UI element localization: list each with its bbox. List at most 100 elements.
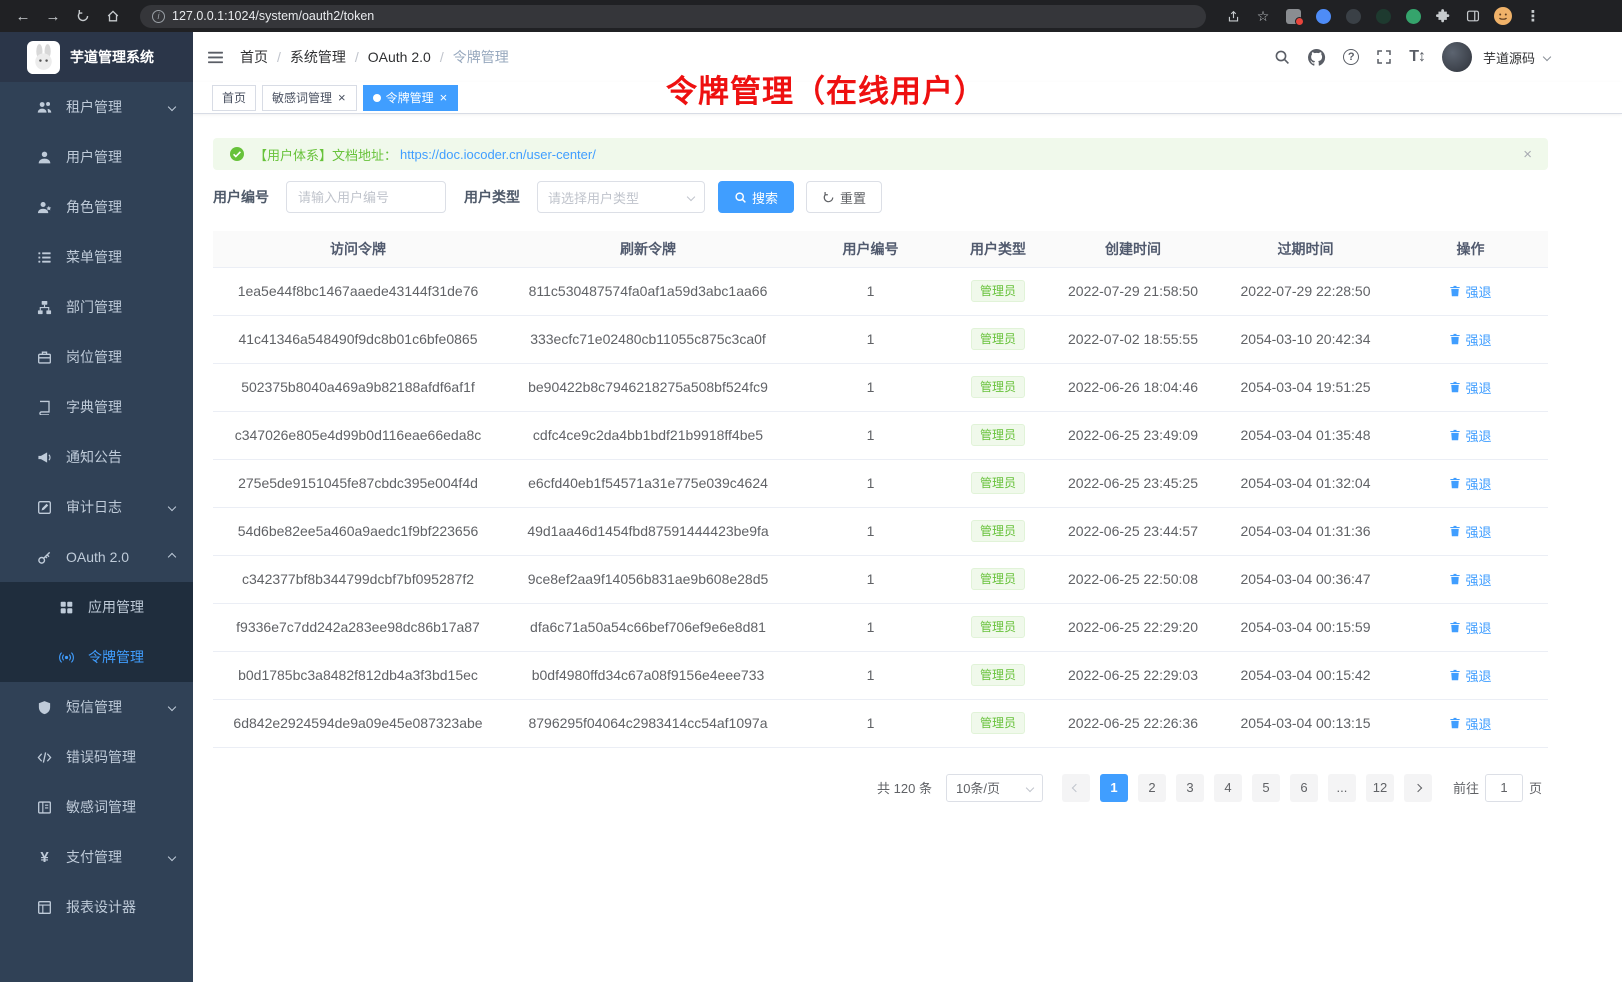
column-header: 过期时间 xyxy=(1218,231,1393,267)
search-button[interactable]: 搜索 xyxy=(718,181,794,213)
sidebar-item-dept[interactable]: 部门管理 xyxy=(0,282,193,332)
breadcrumb-item[interactable]: 系统管理 xyxy=(290,47,346,67)
sidebar-item-menu[interactable]: 菜单管理 xyxy=(0,232,193,282)
sidebar-item-label: 角色管理 xyxy=(66,197,122,217)
force-logout-button[interactable]: 强退 xyxy=(1449,522,1491,541)
back-button[interactable]: ← xyxy=(12,5,34,27)
username[interactable]: 芋道源码 xyxy=(1483,48,1535,67)
prev-page-button[interactable] xyxy=(1062,774,1090,802)
page-size-select[interactable]: 10条/页 xyxy=(946,774,1043,802)
log-icon xyxy=(36,500,53,515)
page-button-12[interactable]: 12 xyxy=(1366,774,1394,802)
sidebar-item-pay[interactable]: ¥支付管理 xyxy=(0,832,193,882)
bookmark-star-icon[interactable]: ☆ xyxy=(1252,5,1274,27)
sidebar-item-notice[interactable]: 通知公告 xyxy=(0,432,193,482)
extension-icon[interactable] xyxy=(1402,5,1424,27)
github-icon[interactable] xyxy=(1307,48,1326,67)
dept-icon xyxy=(36,300,53,315)
force-logout-button[interactable]: 强退 xyxy=(1449,282,1491,301)
create-time-cell: 2022-07-02 18:55:55 xyxy=(1048,315,1218,363)
sidebar-item-sensitive-word[interactable]: 敏感词管理 xyxy=(0,782,193,832)
table-row: b0d1785bc3a8482f812db4a3f3bd15ecb0df4980… xyxy=(213,651,1548,699)
view-tab[interactable]: 首页 xyxy=(212,85,256,111)
user-type-select[interactable]: 请选择用户类型 xyxy=(537,181,705,213)
close-alert-icon[interactable]: × xyxy=(1523,146,1532,163)
page-button-5[interactable]: 5 xyxy=(1252,774,1280,802)
access-token-cell: 6d842e2924594de9a09e45e087323abe xyxy=(213,699,503,747)
browser-profile-avatar[interactable] xyxy=(1492,5,1514,27)
reload-button[interactable] xyxy=(72,5,94,27)
sidebar-item-role[interactable]: 角色管理 xyxy=(0,182,193,232)
close-tab-icon[interactable]: × xyxy=(439,91,449,104)
extensions-puzzle-icon[interactable] xyxy=(1432,5,1454,27)
sidebar-item-label: 通知公告 xyxy=(66,447,122,467)
sidebar-item-user[interactable]: 用户管理 xyxy=(0,132,193,182)
search-icon[interactable] xyxy=(1274,49,1290,65)
create-time-cell: 2022-06-25 23:49:09 xyxy=(1048,411,1218,459)
alert-banner: 【用户体系】文档地址： https://doc.iocoder.cn/user-… xyxy=(213,138,1548,170)
force-logout-button[interactable]: 强退 xyxy=(1449,714,1491,733)
breadcrumb-item[interactable]: 首页 xyxy=(240,47,268,67)
sidebar-item-sms[interactable]: 短信管理 xyxy=(0,682,193,732)
force-logout-button[interactable]: 强退 xyxy=(1449,666,1491,685)
force-logout-button[interactable]: 强退 xyxy=(1449,474,1491,493)
sidebar-item-tenant[interactable]: 租户管理 xyxy=(0,82,193,132)
page-button-2[interactable]: 2 xyxy=(1138,774,1166,802)
close-tab-icon[interactable]: × xyxy=(337,91,347,104)
font-size-icon[interactable]: T↕ xyxy=(1409,48,1425,66)
force-logout-button[interactable]: 强退 xyxy=(1449,570,1491,589)
side-panel-icon[interactable] xyxy=(1462,5,1484,27)
extension-icon[interactable] xyxy=(1372,5,1394,27)
app-title: 芋道管理系统 xyxy=(70,47,154,67)
force-logout-button[interactable]: 强退 xyxy=(1449,330,1491,349)
home-button[interactable] xyxy=(102,5,124,27)
chevron-down-icon xyxy=(168,853,176,861)
share-icon[interactable] xyxy=(1222,5,1244,27)
pagination-ellipsis[interactable]: ... xyxy=(1328,774,1356,802)
fullscreen-icon[interactable] xyxy=(1376,49,1392,65)
page-button-1[interactable]: 1 xyxy=(1100,774,1128,802)
site-info-icon[interactable]: i xyxy=(152,10,165,23)
breadcrumb-item[interactable]: OAuth 2.0 xyxy=(368,49,431,65)
chevron-down-icon xyxy=(1026,783,1034,791)
force-logout-button[interactable]: 强退 xyxy=(1449,618,1491,637)
hamburger-icon[interactable] xyxy=(207,49,224,66)
sidebar-item-oauth2[interactable]: OAuth 2.0 xyxy=(0,532,193,582)
user-id-input[interactable] xyxy=(286,181,446,213)
forward-button[interactable]: → xyxy=(42,5,64,27)
sidebar-item-audit-log[interactable]: 审计日志 xyxy=(0,482,193,532)
extension-icon[interactable] xyxy=(1282,5,1304,27)
app-logo[interactable]: 芋道管理系统 xyxy=(0,32,193,82)
sidebar-item-oauth2-token[interactable]: 令牌管理 xyxy=(0,632,193,682)
force-logout-button[interactable]: 强退 xyxy=(1449,378,1491,397)
sensitive-word-icon xyxy=(36,800,53,815)
action-cell: 强退 xyxy=(1393,267,1548,315)
user-id-cell: 1 xyxy=(793,555,948,603)
page-button-4[interactable]: 4 xyxy=(1214,774,1242,802)
view-tab[interactable]: 敏感词管理× xyxy=(262,85,357,111)
browser-menu-icon[interactable]: ⋮ xyxy=(1522,5,1544,27)
force-logout-button[interactable]: 强退 xyxy=(1449,426,1491,445)
user-id-cell: 1 xyxy=(793,315,948,363)
content: 【用户体系】文档地址： https://doc.iocoder.cn/user-… xyxy=(193,114,1622,982)
user-avatar[interactable] xyxy=(1442,42,1472,72)
sidebar-item-report-designer[interactable]: 报表设计器 xyxy=(0,882,193,932)
reset-button[interactable]: 重置 xyxy=(806,181,882,213)
next-page-button[interactable] xyxy=(1404,774,1432,802)
sidebar-item-dict[interactable]: 字典管理 xyxy=(0,382,193,432)
goto-page-input[interactable] xyxy=(1485,774,1523,802)
sidebar-item-error-code[interactable]: 错误码管理 xyxy=(0,732,193,782)
extension-icon[interactable] xyxy=(1312,5,1334,27)
sidebar-item-post[interactable]: 岗位管理 xyxy=(0,332,193,382)
url-bar[interactable]: i 127.0.0.1:1024/system/oauth2/token xyxy=(140,5,1206,28)
help-icon[interactable]: ? xyxy=(1343,49,1359,65)
page-button-3[interactable]: 3 xyxy=(1176,774,1204,802)
extension-icon[interactable] xyxy=(1342,5,1364,27)
sidebar-item-oauth2-app[interactable]: 应用管理 xyxy=(0,582,193,632)
page-button-6[interactable]: 6 xyxy=(1290,774,1318,802)
chevron-up-icon xyxy=(168,553,176,561)
user-type-tag: 管理员 xyxy=(971,520,1025,542)
alert-link[interactable]: https://doc.iocoder.cn/user-center/ xyxy=(400,147,596,162)
view-tab[interactable]: 令牌管理× xyxy=(363,85,459,111)
access-token-cell: f9336e7c7dd242a283ee98dc86b17a87 xyxy=(213,603,503,651)
